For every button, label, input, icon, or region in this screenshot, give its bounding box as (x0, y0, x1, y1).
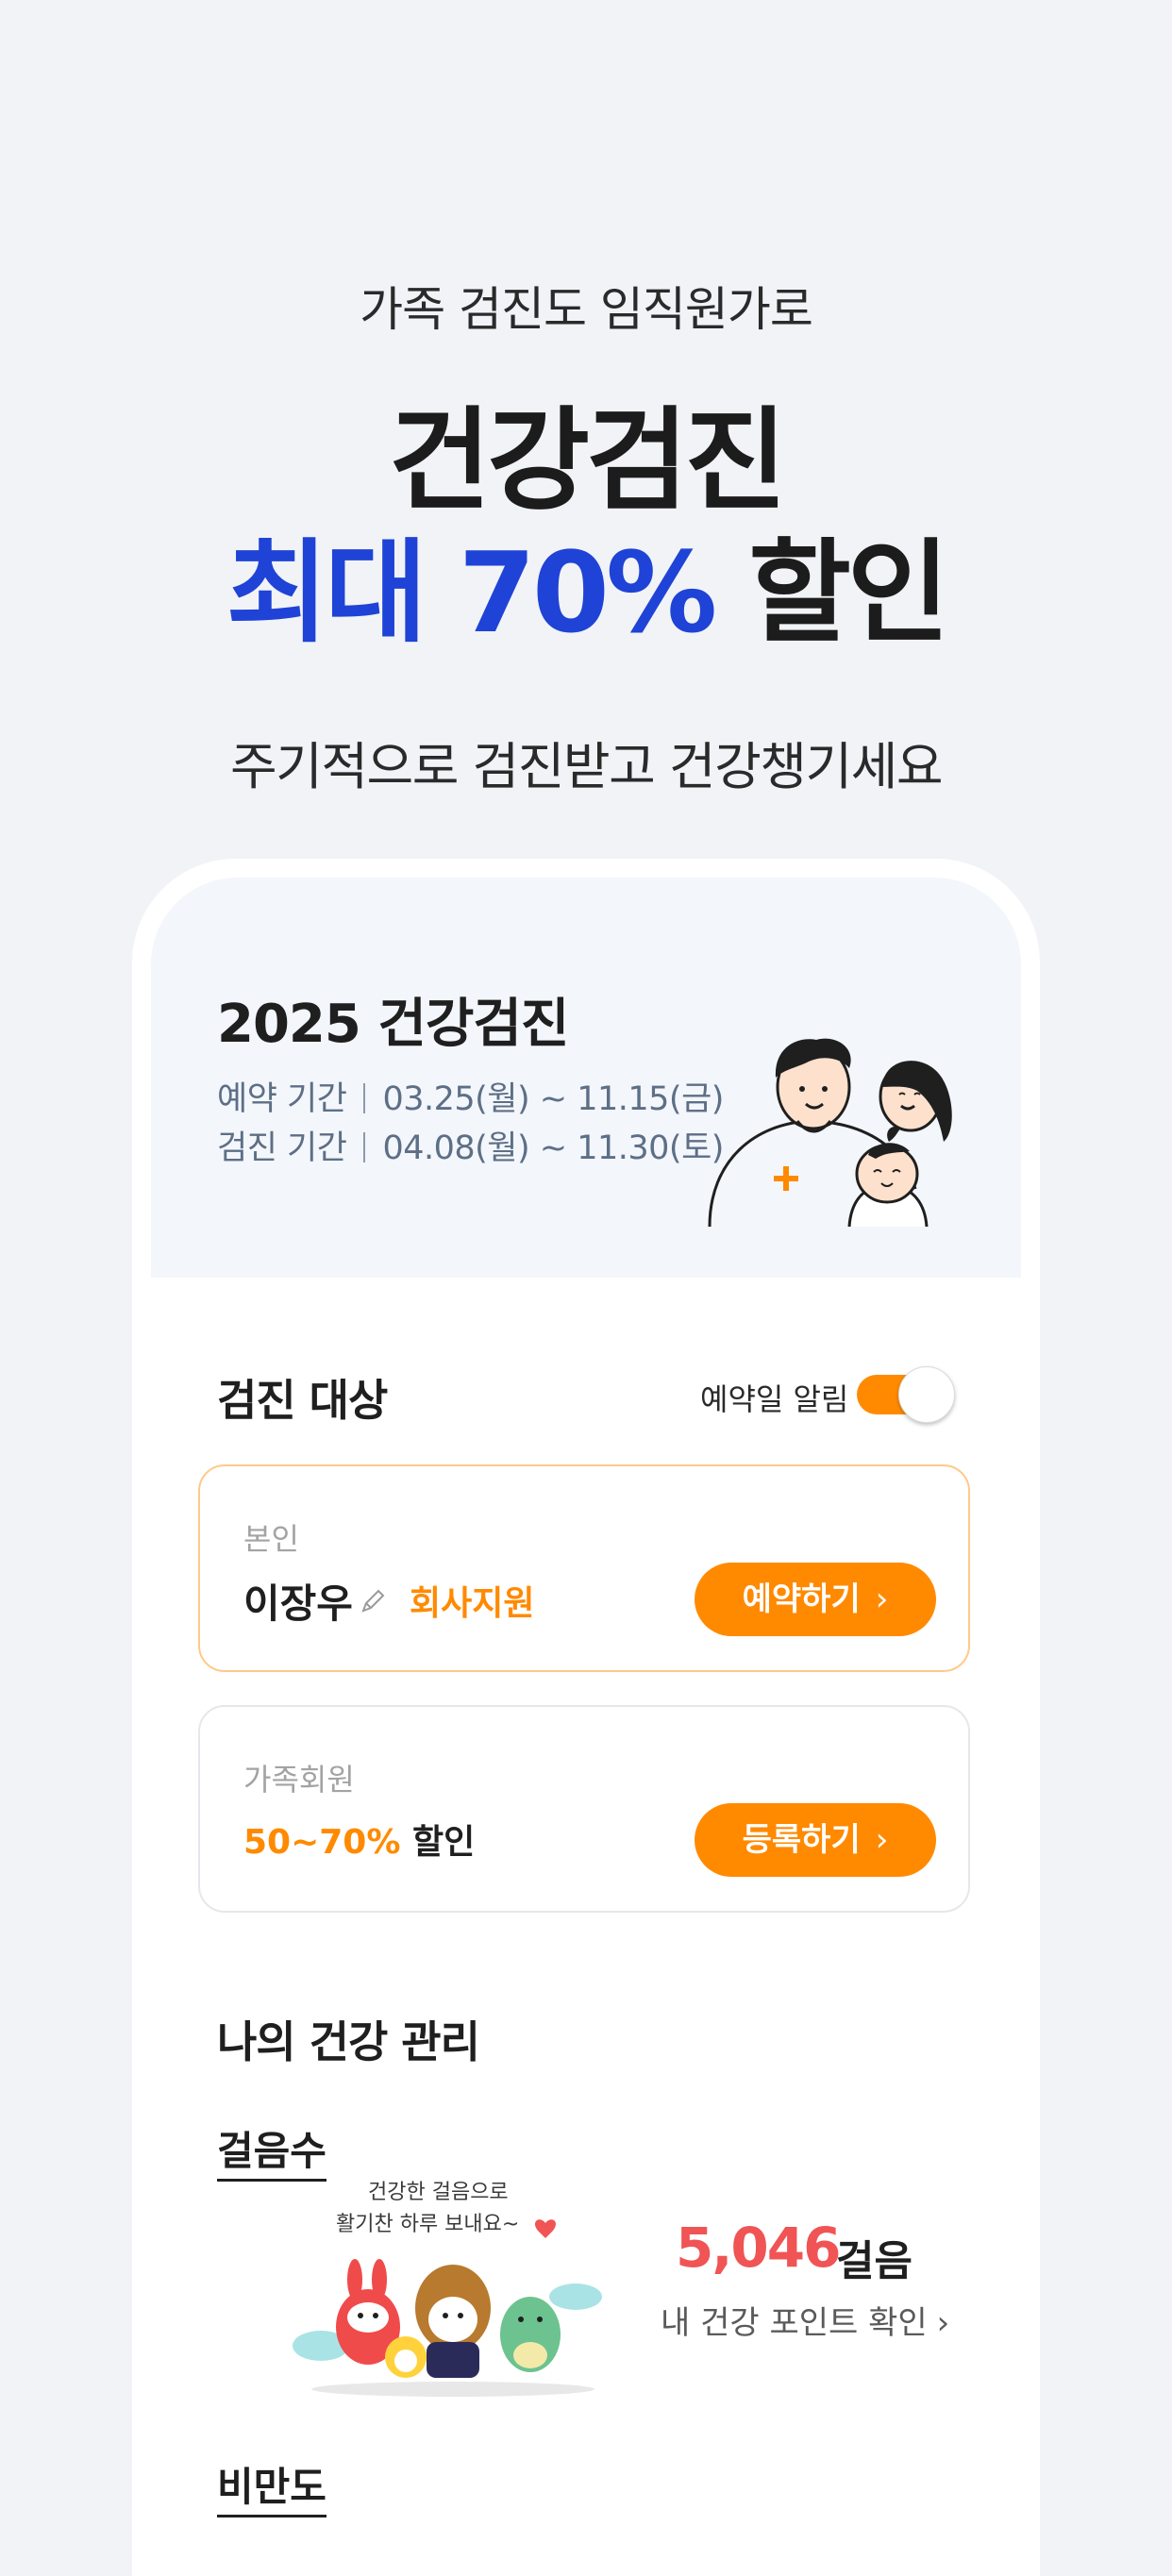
mascot-caption-line1: 건강한 걸음으로 (368, 2181, 509, 2204)
banner-title: 2025 건강검진 (217, 994, 569, 1055)
checkup-label: 검진 기간 (217, 1129, 347, 1167)
reserve-button[interactable]: 예약하기 › (695, 1563, 936, 1636)
checkup-period-row: 검진 기간 04.08(월) ~ 11.30(토) (217, 1121, 724, 1169)
hero-discount-rest: 할인 (713, 527, 949, 658)
phone-screen: 2025 건강검진 예약 기간 03.25(월) ~ 11.15(금) 검진 기간… (151, 878, 1021, 2576)
family-illustration-icon (708, 1038, 952, 1227)
health-points-link-label: 내 건강 포인트 확인 (661, 2304, 928, 2342)
self-card: 본인 이장우 회사지원 예약하기 › (198, 1464, 970, 1672)
register-button-label: 등록하기 (742, 1821, 861, 1859)
reservation-label: 예약 기간 (217, 1080, 347, 1118)
member-name: 이장우 (243, 1581, 353, 1627)
hero-subtitle: 가족 검진도 임직원가로 (360, 282, 813, 337)
steps-count: 5,046 (676, 2216, 841, 2280)
my-health-title: 나의 건강 관리 (217, 2016, 480, 2067)
checkup-banner: 2025 건강검진 예약 기간 03.25(월) ~ 11.15(금) 검진 기간… (151, 878, 1021, 1278)
register-button[interactable]: 등록하기 › (695, 1803, 936, 1877)
health-points-link[interactable]: 내 건강 포인트 확인 › (661, 2297, 949, 2343)
divider (363, 1083, 366, 1113)
company-support-badge: 회사지원 (410, 1584, 535, 1623)
steps-unit: 걸음 (836, 2237, 912, 2285)
edit-pencil-icon[interactable] (359, 1587, 387, 1615)
family-card: 가족회원 50~70% 할인 등록하기 › (198, 1705, 970, 1913)
reservation-alarm-toggle[interactable] (857, 1366, 957, 1423)
reservation-period: 03.25(월) ~ 11.15(금) (382, 1080, 724, 1118)
family-discount-percent: 50~70% (243, 1823, 401, 1862)
hero-tagline: 주기적으로 검진받고 건강챙기세요 (229, 737, 944, 796)
family-discount: 50~70% 할인 (243, 1815, 475, 1864)
checkup-period: 04.08(월) ~ 11.30(토) (382, 1129, 724, 1167)
toggle-knob (898, 1366, 955, 1423)
family-discount-text: 할인 (400, 1823, 476, 1862)
reservation-period-row: 예약 기간 03.25(월) ~ 11.15(금) (217, 1072, 724, 1120)
mascots-illustration-icon: 건강한 걸음으로 활기찬 하루 보내요~ (293, 2181, 602, 2397)
hero-discount-accent: 최대 70% (226, 527, 718, 658)
chevron-right-icon: › (875, 1581, 889, 1618)
hero-discount-headline: 최대 70% 할인 (0, 502, 1172, 663)
chevron-right-icon: › (936, 2304, 950, 2342)
reserve-button-label: 예약하기 (742, 1581, 861, 1618)
self-label: 본인 (243, 1521, 299, 1557)
divider (363, 1132, 366, 1163)
mascot-caption-line2: 활기찬 하루 보내요~ (336, 2213, 519, 2236)
chevron-right-icon: › (875, 1821, 889, 1859)
bmi-section-label: 비만도 (217, 2455, 326, 2517)
steps-section-label: 걸음수 (217, 2119, 326, 2182)
reservation-alarm-label: 예약일 알림 (700, 1381, 849, 1417)
checkup-target-title: 검진 대상 (217, 1375, 388, 1426)
family-label: 가족회원 (243, 1762, 355, 1798)
